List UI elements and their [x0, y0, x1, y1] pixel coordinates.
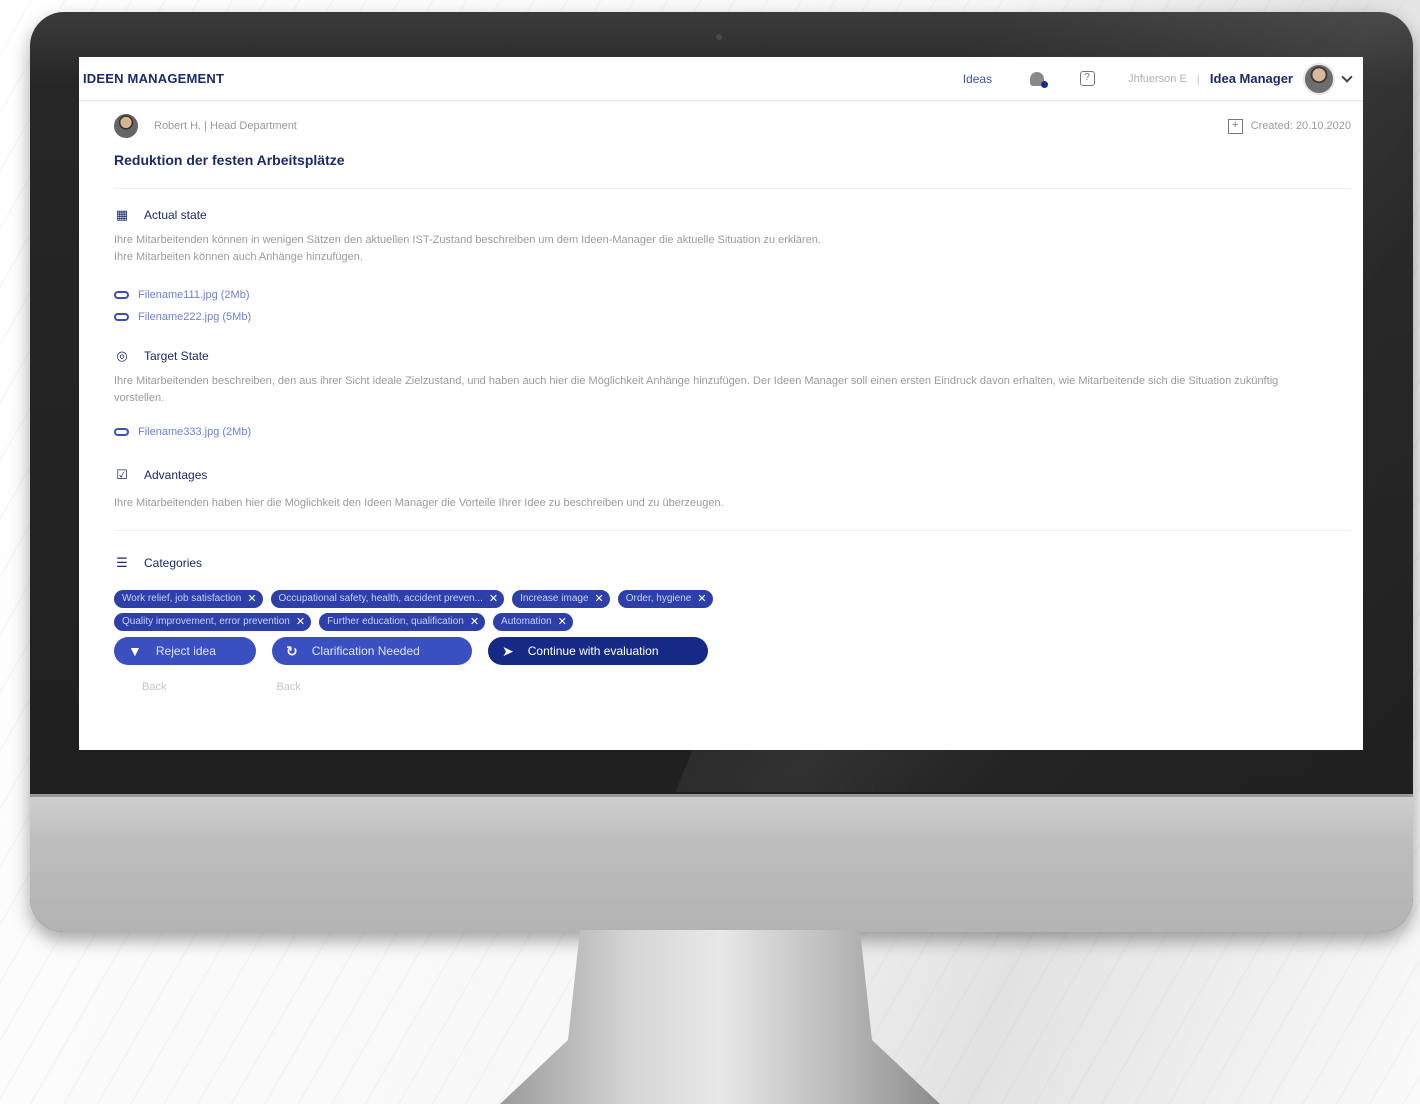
paperclip-icon [114, 291, 129, 299]
page-title: Reduktion der festen Arbeitsplätze [114, 152, 345, 168]
category-chip[interactable]: Increase image ✕ [512, 589, 610, 608]
bell-icon [1030, 71, 1049, 88]
thumbs-down-icon: ▼ [128, 643, 142, 659]
top-bar: IDEEN MANAGEMENT Ideas ? Jhfuerson E | I… [79, 57, 1363, 101]
author-label: Robert H. | Head Department [154, 120, 297, 132]
target-icon: ◎ [116, 348, 128, 363]
idea-meta: Robert H. | Head Department + Created: 2… [114, 103, 1351, 149]
rocket-icon: ➤ [502, 642, 514, 659]
checkbox-icon: ☑ [116, 467, 128, 482]
refresh-icon: ↻ [286, 642, 298, 659]
section-label: Advantages [144, 468, 208, 482]
close-icon[interactable]: ✕ [697, 592, 706, 605]
close-icon[interactable]: ✕ [470, 615, 479, 628]
idea-detail: Robert H. | Head Department + Created: 2… [79, 103, 1363, 693]
category-chip[interactable]: Further education, qualification ✕ [319, 612, 486, 631]
role-label: Idea Manager [1209, 71, 1293, 86]
paperclip-icon [114, 428, 129, 436]
back-link[interactable]: Back [142, 681, 166, 693]
category-chip[interactable]: Work relief, job satisfaction ✕ [114, 589, 263, 608]
user-name: Jhfuerson E [1128, 72, 1187, 85]
help-icon: ? [1079, 71, 1095, 86]
notifications-button[interactable] [1028, 70, 1049, 88]
category-chip[interactable]: Order, hygiene ✕ [617, 589, 713, 608]
author-avatar [114, 114, 138, 138]
calendar-icon: + [1227, 118, 1243, 134]
clarification-button[interactable]: ↻ Clarification Needed [272, 637, 472, 665]
target-attachments: Filename333.jpg (2Mb) [114, 421, 1351, 443]
target-state-text: Ihre Mitarbeitenden beschreiben, den aus… [114, 375, 1279, 404]
divider [114, 188, 1351, 189]
category-chips: Work relief, job satisfaction ✕ Occupatio… [114, 587, 1351, 633]
chevron-down-icon[interactable] [1341, 70, 1353, 83]
close-icon[interactable]: ✕ [296, 615, 305, 628]
reject-idea-button[interactable]: ▼ Reject idea [114, 637, 256, 665]
section-actual-state: ▦ Actual state [114, 207, 1351, 223]
chip-row: Work relief, job satisfaction ✕ Occupatio… [114, 587, 1351, 610]
attachment-link[interactable]: Filename333.jpg (2Mb) [114, 421, 1351, 443]
avatar[interactable] [1303, 62, 1335, 95]
section-label: Target State [144, 349, 209, 363]
paperclip-icon [114, 313, 129, 321]
brand-logo[interactable]: IDEEN MANAGEMENT [83, 71, 224, 86]
grid-icon: ▦ [115, 207, 129, 222]
category-chip[interactable]: Automation ✕ [493, 612, 573, 631]
close-icon[interactable]: ✕ [558, 615, 567, 628]
actual-attachments: Filename111.jpg (2Mb) Filename222.jpg (5… [114, 284, 1351, 328]
section-label: Categories [144, 556, 203, 570]
section-advantages: ☑ Advantages [114, 467, 1351, 483]
category-chip[interactable]: Occupational safety, health, accident pr… [270, 589, 505, 608]
app-screen: IDEEN MANAGEMENT Ideas ? Jhfuerson E | I… [79, 57, 1363, 750]
close-icon[interactable]: ✕ [595, 592, 604, 605]
chip-row: Quality improvement, error prevention ✕ F… [114, 610, 1351, 633]
divider [114, 530, 1351, 531]
attachment-link[interactable]: Filename222.jpg (5Mb) [114, 306, 1351, 328]
nav-ideas-link[interactable]: Ideas [963, 72, 992, 86]
help-button[interactable]: ? [1078, 70, 1096, 88]
created-date: Created: 20.10.2020 [1250, 120, 1351, 132]
monitor-chin [30, 797, 1413, 932]
actual-state-text: Ihre Mitarbeitenden können in wenigen Sä… [114, 234, 821, 263]
action-bar: ▼ Reject idea ↻ Clarification Needed ➤ C… [114, 637, 1351, 665]
attachment-link[interactable]: Filename111.jpg (2Mb) [114, 284, 1351, 306]
footer-links: Back Back [114, 681, 1351, 693]
advantages-text: Ihre Mitarbeitenden haben hier die Mögli… [114, 497, 724, 509]
section-label: Actual state [144, 208, 207, 222]
camera-icon [716, 34, 722, 40]
close-icon[interactable]: ✕ [247, 592, 256, 605]
divider: | [1196, 71, 1200, 86]
category-chip[interactable]: Quality improvement, error prevention ✕ [114, 612, 312, 631]
continue-evaluation-button[interactable]: ➤ Continue with evaluation [488, 637, 708, 665]
section-target-state: ◎ Target State [114, 348, 1351, 364]
close-icon[interactable]: ✕ [489, 592, 498, 605]
list-check-icon: ☰ [116, 555, 128, 570]
back-link[interactable]: Back [276, 681, 300, 693]
section-categories: ☰ Categories [114, 555, 1351, 571]
